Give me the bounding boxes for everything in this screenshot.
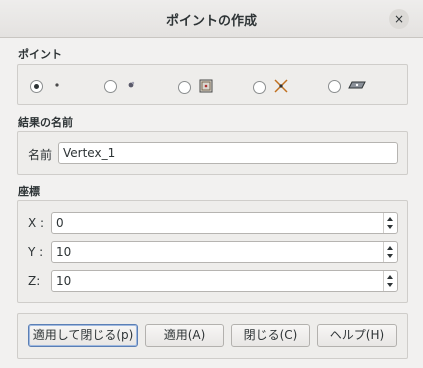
close-icon: × [393,12,405,26]
y-spinbox[interactable]: 10 [51,241,398,263]
x-label: X : [28,216,45,230]
dialog-title: ポイントの作成 [165,14,257,29]
z-label: Z: [28,274,41,288]
x-value: 0 [56,216,64,230]
z-value: 10 [56,274,72,288]
y-value: 10 [56,245,72,259]
coord-section-title: 座標 [18,185,40,198]
point-type-option-intersection[interactable] [253,78,289,97]
x-spin-arrows[interactable] [383,213,397,233]
spin-up-icon[interactable] [387,275,393,279]
point-on-face-icon [348,78,366,95]
coordinates-frame: X : 0 Y : 10 Z: 10 [17,200,408,303]
apply-and-close-button[interactable]: 適用して閉じる(p) [28,324,138,347]
point-ref-icon [124,78,138,95]
point-type-option-coords[interactable] [30,78,64,95]
point-type-frame [17,64,408,105]
point-intersection-icon [273,78,289,97]
apply-button[interactable]: 適用(A) [145,324,224,347]
point-coords-icon [50,78,64,95]
close-button[interactable]: × [389,9,409,29]
spin-down-icon[interactable] [387,254,393,258]
spin-down-icon[interactable] [387,283,393,287]
result-name-frame: 名前 Vertex_1 [17,131,408,175]
point-type-option-face[interactable] [328,78,366,95]
spin-up-icon[interactable] [387,246,393,250]
help-button[interactable]: ヘルプ(H) [317,324,397,347]
y-spin-arrows[interactable] [383,242,397,262]
result-section-title: 結果の名前 [18,116,73,129]
point-type-option-ref[interactable] [104,78,138,95]
y-label: Y : [28,245,44,259]
x-spinbox[interactable]: 0 [51,212,398,234]
title-bar: ポイントの作成 × [0,0,423,38]
radio-button[interactable] [30,80,43,93]
spin-down-icon[interactable] [387,225,393,229]
dialog-window: ポイントの作成 × ポイント 結果の名前 名前 Vertex_1 座標 X: … [0,0,423,368]
radio-button[interactable] [253,81,266,94]
radio-button[interactable] [178,81,191,94]
result-name-value: Vertex_1 [63,146,116,160]
z-spin-arrows[interactable] [383,271,397,291]
result-name-input[interactable]: Vertex_1 [58,142,398,164]
radio-button[interactable] [328,80,341,93]
point-type-option-edge[interactable] [178,78,214,97]
point-section-title: ポイント [18,48,62,61]
z-spinbox[interactable]: 10 [51,270,398,292]
name-label: 名前 [28,148,53,162]
close-dialog-button[interactable]: 閉じる(C) [231,324,310,347]
spin-up-icon[interactable] [387,217,393,221]
point-on-edge-icon [198,78,214,97]
radio-button[interactable] [104,80,117,93]
